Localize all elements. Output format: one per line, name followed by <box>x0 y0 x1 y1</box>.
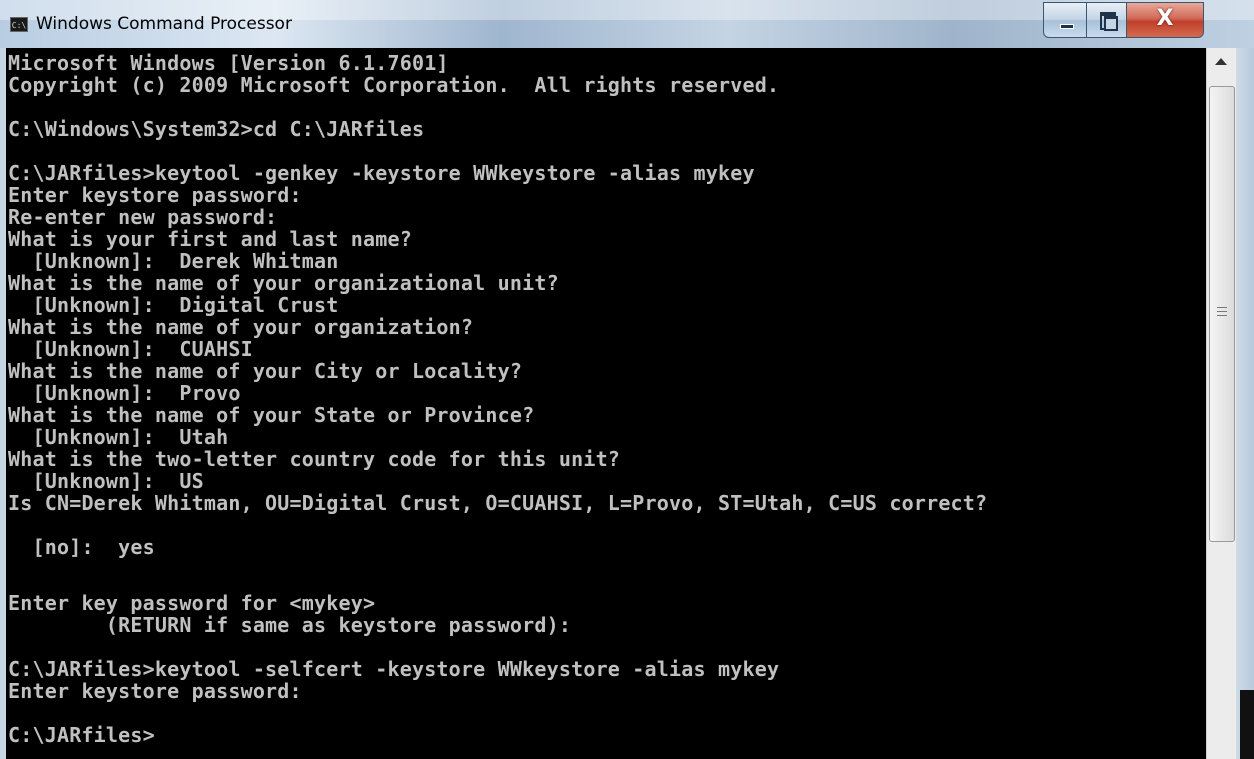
vertical-scrollbar[interactable] <box>1206 48 1237 759</box>
console-line: Is CN=Derek Whitman, OU=Digital Crust, O… <box>8 491 988 515</box>
console-line: (RETURN if same as keystore password): <box>8 613 572 637</box>
grip-line <box>1217 315 1227 316</box>
window-frame-right <box>1236 48 1254 759</box>
grip-line <box>1217 307 1227 308</box>
command-prompt-window: C:\ Windows Command Processor X Microsof… <box>0 0 1254 759</box>
console-line: Enter keystore password: <box>8 183 302 207</box>
console-line: What is the name of your City or Localit… <box>8 359 523 383</box>
close-icon: X <box>1156 6 1174 31</box>
console-line: C:\JARfiles>keytool -genkey -keystore WW… <box>8 161 755 185</box>
console-line: Enter key password for <mykey> <box>8 591 376 615</box>
grip-line <box>1217 311 1227 312</box>
console-line: What is the name of your organizational … <box>8 271 559 295</box>
console-line: [Unknown]: Utah <box>8 425 229 449</box>
window-title: Windows Command Processor <box>36 14 292 34</box>
title-bar[interactable]: C:\ Windows Command Processor X <box>0 0 1254 48</box>
scrollbar-thumb[interactable] <box>1209 86 1235 542</box>
console-line: Copyright (c) 2009 Microsoft Corporation… <box>8 73 780 97</box>
console-line: [Unknown]: Digital Crust <box>8 293 339 317</box>
cmd-icon[interactable]: C:\ <box>10 17 28 32</box>
minimize-icon <box>1060 24 1074 29</box>
console-line: What is the two-letter country code for … <box>8 447 621 471</box>
console-line: C:\Windows\System32>cd C:\JARfiles <box>8 117 425 141</box>
console-line: C:\JARfiles>keytool -selfcert -keystore … <box>8 657 780 681</box>
console-line: Re-enter new password: <box>8 205 278 229</box>
console-line: [Unknown]: Provo <box>8 381 241 405</box>
console-line: [Unknown]: CUAHSI <box>8 337 253 361</box>
console-output[interactable]: Microsoft Windows [Version 6.1.7601] Copy… <box>6 48 1206 759</box>
restore-icon-front <box>1104 16 1118 31</box>
window-frame-shadow <box>1240 690 1254 759</box>
console-line: What is the name of your organization? <box>8 315 474 339</box>
console-line: What is the name of your State or Provin… <box>8 403 535 427</box>
scroll-up-arrow-icon[interactable] <box>1215 58 1227 65</box>
minimize-button[interactable] <box>1043 2 1087 38</box>
console-line: Microsoft Windows [Version 6.1.7601] <box>8 51 449 75</box>
close-button[interactable]: X <box>1126 2 1204 38</box>
maximize-button[interactable] <box>1086 2 1127 38</box>
console-line: Enter keystore password: <box>8 679 302 703</box>
console-line: [Unknown]: US <box>8 469 204 493</box>
console-line: What is your first and last name? <box>8 227 412 251</box>
console-line: [Unknown]: Derek Whitman <box>8 249 339 273</box>
console-line: [no]: yes <box>8 535 155 559</box>
console-line: C:\JARfiles> <box>8 723 155 747</box>
